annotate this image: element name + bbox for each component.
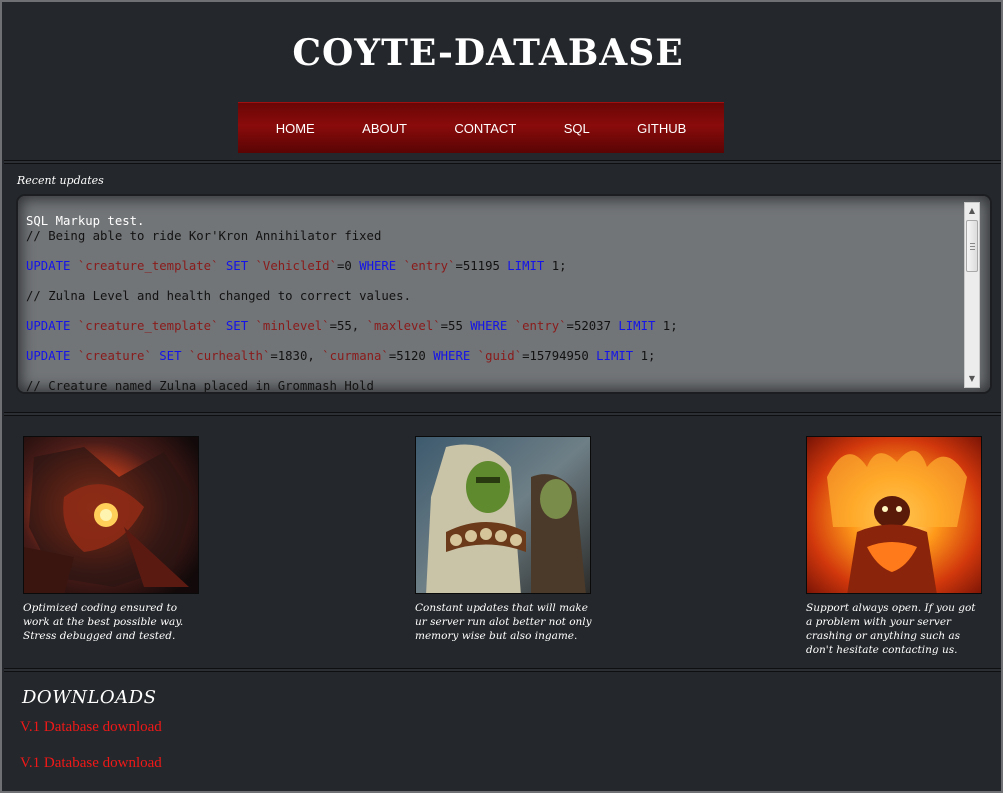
sql-keyword: LIMIT: [618, 319, 656, 333]
sql-keyword: SET: [225, 319, 249, 333]
recent-updates-label: Recent updates: [17, 174, 104, 187]
code-scrollbar[interactable]: ▲ ▼: [964, 202, 980, 388]
fire-elemental-image: [806, 436, 982, 594]
sql-text: 1;: [633, 349, 656, 363]
feature-text: Support always open. If you got a proble…: [806, 602, 976, 656]
sql-text: =1830,: [270, 349, 323, 363]
scroll-down-icon[interactable]: ▼: [965, 371, 979, 387]
sql-keyword: WHERE: [359, 259, 397, 273]
sql-keyword: WHERE: [433, 349, 471, 363]
sql-keyword: LIMIT: [596, 349, 634, 363]
sql-text: =51195: [455, 259, 508, 273]
sql-identifier: `guid`: [477, 349, 523, 363]
sql-keyword: UPDATE: [26, 259, 71, 273]
nav-home[interactable]: HOME: [276, 121, 315, 136]
feature-text: Constant updates that will make ur serve…: [415, 602, 592, 642]
feature-card: Constant updates that will make ur serve…: [415, 436, 593, 643]
sql-identifier: `creature_template`: [77, 259, 219, 273]
sql-text: SQL Markup test.: [26, 214, 145, 228]
sql-identifier: `VehicleId`: [255, 259, 337, 273]
code-line: // Zulna Level and health changed to cor…: [26, 289, 966, 304]
code-line: UPDATE `creature_template` SET `minlevel…: [26, 319, 966, 334]
divider: [4, 668, 1001, 672]
sql-keyword: LIMIT: [507, 259, 545, 273]
nav-about[interactable]: ABOUT: [362, 121, 407, 136]
nav-sql[interactable]: SQL: [564, 121, 590, 136]
sql-identifier: `curmana`: [322, 349, 389, 363]
sql-identifier: `curhealth`: [188, 349, 271, 363]
sql-keyword: SET: [225, 259, 249, 273]
scroll-thumb[interactable]: [966, 220, 978, 272]
download-link[interactable]: V.1 Database download: [20, 755, 162, 772]
code-line: UPDATE `creature` SET `curhealth`=1830, …: [26, 349, 966, 364]
sql-text: 1;: [655, 319, 678, 333]
sql-text: 1;: [544, 259, 567, 273]
orc-characters-image: [415, 436, 591, 594]
deathwing-dragon-image: [23, 436, 199, 594]
sql-text: =15794950: [522, 349, 597, 363]
code-line: UPDATE `creature_template` SET `VehicleI…: [26, 259, 966, 274]
downloads-title: DOWNLOADS: [22, 687, 157, 708]
nav-contact[interactable]: CONTACT: [454, 121, 516, 136]
sql-identifier: `minlevel`: [255, 319, 330, 333]
sql-text: =55,: [329, 319, 367, 333]
code-line: // Creature named Zulna placed in Gromma…: [26, 379, 966, 393]
sql-text: =0: [336, 259, 360, 273]
sql-text: // Zulna Level and health changed to cor…: [26, 289, 411, 303]
recent-updates-code-box[interactable]: SQL Markup test.// Being able to ride Ko…: [16, 194, 992, 394]
divider: [4, 412, 1001, 416]
sql-keyword: UPDATE: [26, 319, 71, 333]
sql-keyword: UPDATE: [26, 349, 71, 363]
feature-card: Optimized coding ensured to work at the …: [23, 436, 201, 643]
code-line: SQL Markup test.: [26, 214, 966, 229]
feature-text: Optimized coding ensured to work at the …: [23, 602, 184, 642]
download-link[interactable]: V.1 Database download: [20, 719, 162, 736]
code-line: // Being able to ride Kor'Kron Annihilat…: [26, 229, 966, 244]
sql-text: =5120: [388, 349, 434, 363]
sql-text: =55: [440, 319, 471, 333]
main-nav: HOME ABOUT CONTACT SQL GITHUB: [238, 102, 724, 153]
sql-identifier: `entry`: [403, 259, 456, 273]
sql-keyword: SET: [159, 349, 182, 363]
page-frame: COYTE-DATABASE HOME ABOUT CONTACT SQL GI…: [0, 0, 1003, 793]
sql-identifier: `entry`: [514, 319, 567, 333]
scroll-up-icon[interactable]: ▲: [965, 203, 979, 219]
sql-keyword: WHERE: [470, 319, 508, 333]
sql-identifier: `creature_template`: [77, 319, 219, 333]
sql-identifier: `maxlevel`: [366, 319, 441, 333]
nav-github[interactable]: GITHUB: [637, 121, 686, 136]
sql-code-block: SQL Markup test.// Being able to ride Ko…: [26, 214, 966, 393]
sql-text: // Creature named Zulna placed in Gromma…: [26, 379, 374, 393]
sql-identifier: `creature`: [77, 349, 152, 363]
feature-card: Support always open. If you got a proble…: [806, 436, 984, 657]
site-title: COYTE-DATABASE: [292, 32, 684, 74]
divider: [4, 160, 1001, 164]
sql-text: // Being able to ride Kor'Kron Annihilat…: [26, 229, 382, 243]
sql-text: =52037: [566, 319, 619, 333]
